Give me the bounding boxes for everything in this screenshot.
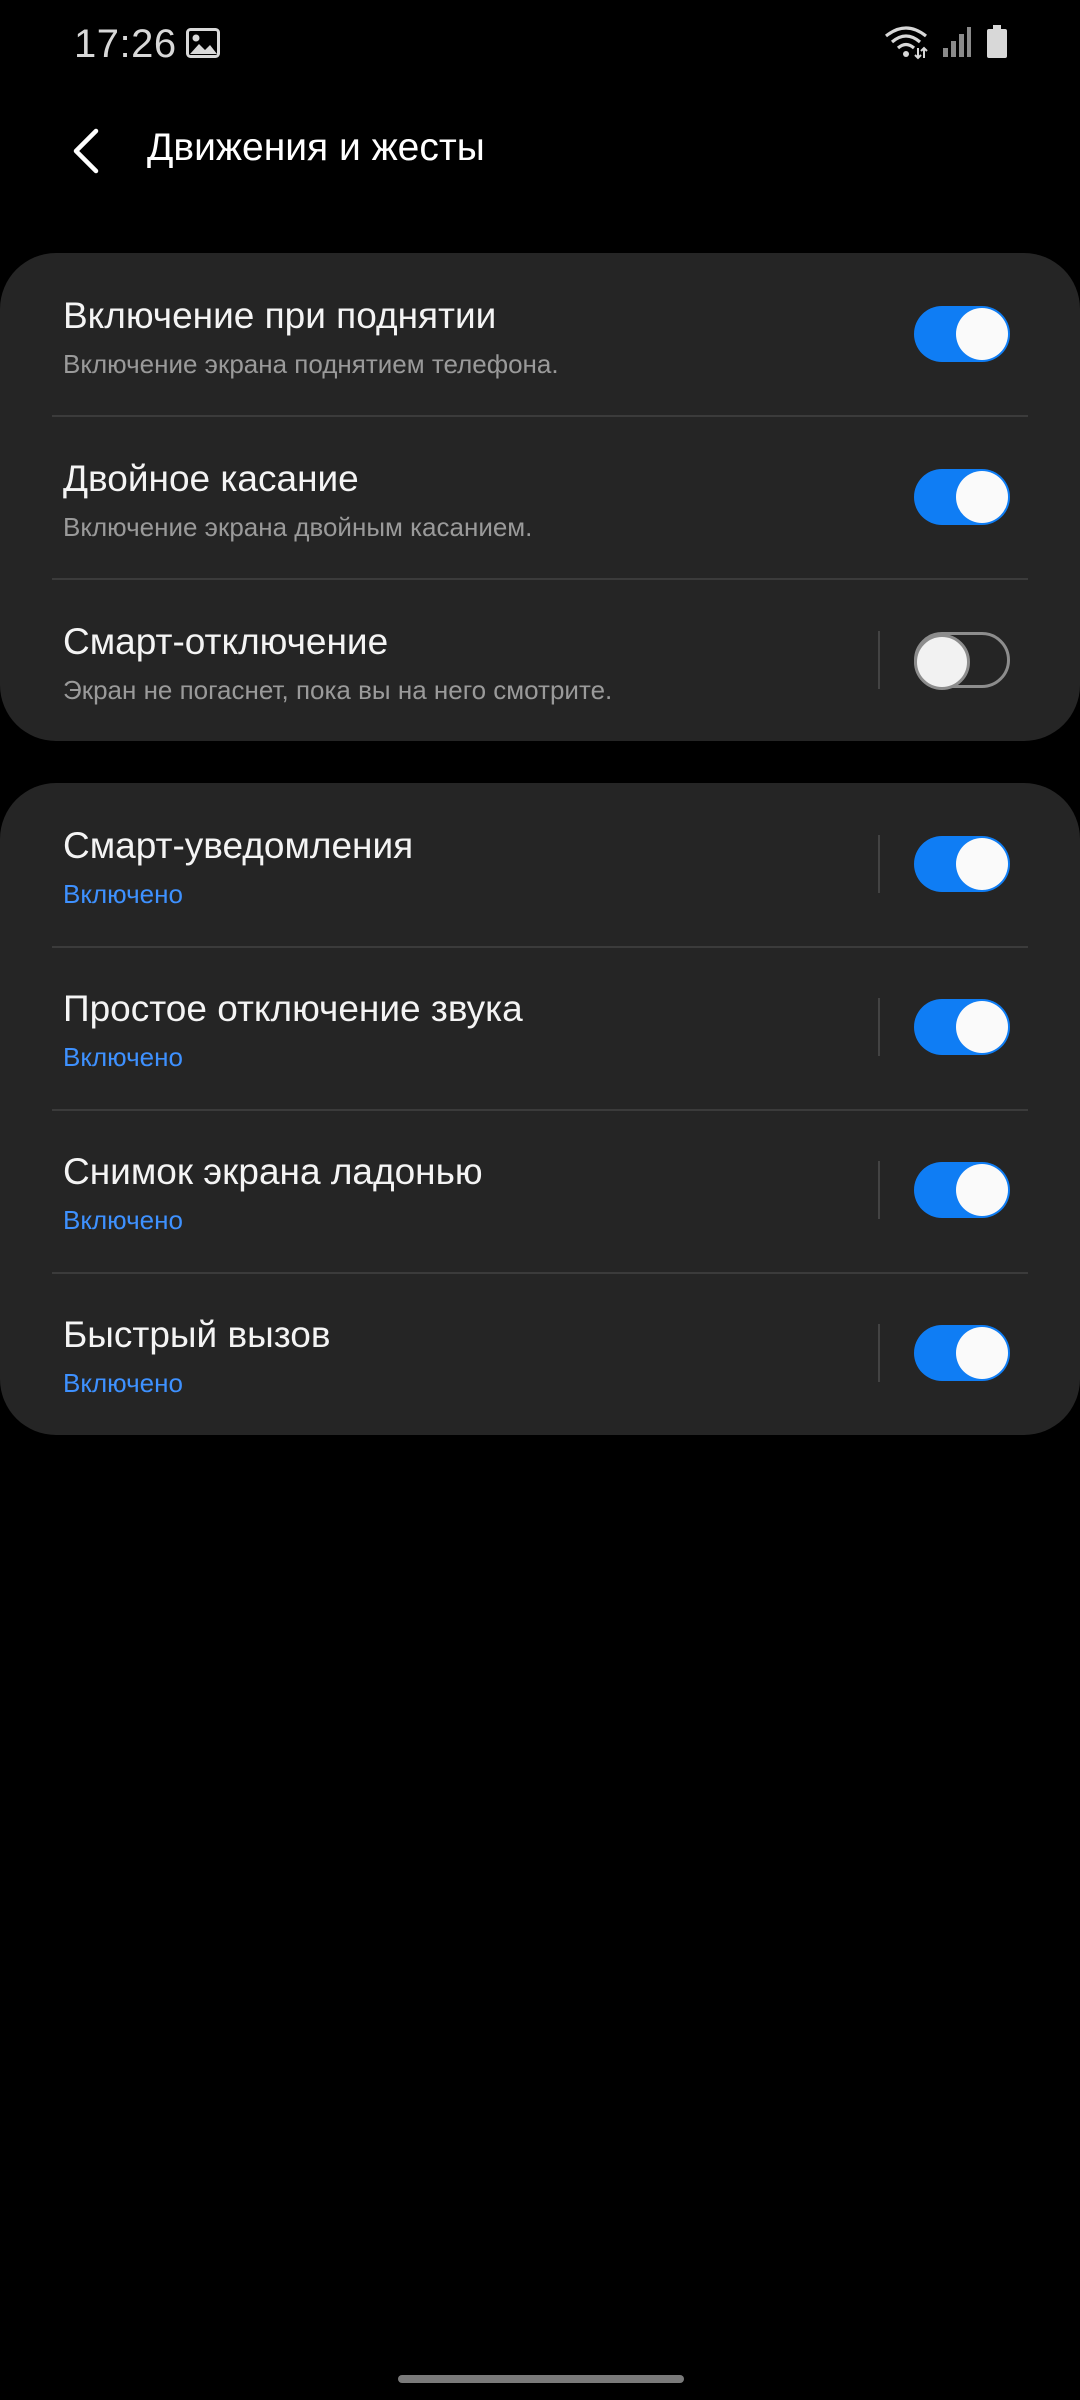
setting-description: Включение экрана двойным касанием. — [63, 512, 533, 542]
setting-status: Включено — [63, 1205, 183, 1235]
direct-call-toggle[interactable] — [914, 1325, 1010, 1381]
setting-title: Включение при поднятии — [63, 295, 497, 336]
setting-title: Простое отключение звука — [63, 988, 523, 1029]
vertical-separator — [878, 998, 880, 1056]
setting-title: Двойное касание — [63, 458, 359, 499]
setting-easy-mute[interactable]: Простое отключение звука Включено — [0, 946, 1080, 1109]
easy-mute-toggle[interactable] — [914, 999, 1010, 1055]
setting-status: Включено — [63, 1368, 183, 1398]
vertical-separator — [878, 835, 880, 893]
toggle-knob — [956, 838, 1008, 890]
status-icons — [884, 24, 1008, 65]
gesture-navigation-handle[interactable] — [398, 2375, 684, 2383]
setting-title: Быстрый вызов — [63, 1314, 331, 1355]
page-title: Движения и жесты — [147, 126, 485, 169]
setting-description: Экран не погаснет, пока вы на него смотр… — [63, 675, 613, 705]
back-button[interactable] — [50, 116, 120, 186]
setting-palm-swipe-capture[interactable]: Снимок экрана ладонью Включено — [0, 1109, 1080, 1272]
signal-icon — [942, 26, 972, 63]
vertical-separator — [878, 631, 880, 689]
toggle-knob — [956, 1164, 1008, 1216]
app-bar: Движения и жесты — [0, 110, 1080, 190]
toggle-knob — [914, 634, 970, 690]
setting-double-tap[interactable]: Двойное касание Включение экрана двойным… — [0, 416, 1080, 579]
smart-alert-toggle[interactable] — [914, 836, 1010, 892]
toggle-knob — [956, 471, 1008, 523]
status-time: 17:26 — [74, 22, 177, 66]
setting-title: Снимок экрана ладонью — [63, 1151, 483, 1192]
setting-title: Смарт-отключение — [63, 621, 389, 662]
lift-to-wake-toggle[interactable] — [914, 306, 1010, 362]
smart-stay-toggle[interactable] — [914, 632, 1010, 690]
status-bar: 17:26 — [0, 0, 1080, 92]
setting-status: Включено — [63, 1042, 183, 1072]
setting-lift-to-wake[interactable]: Включение при поднятии Включение экрана … — [0, 253, 1080, 416]
setting-title: Смарт-уведомления — [63, 825, 414, 866]
setting-description: Включение экрана поднятием телефона. — [63, 349, 559, 379]
setting-smart-alert[interactable]: Смарт-уведомления Включено — [0, 783, 1080, 946]
vertical-separator — [878, 1324, 880, 1382]
settings-group-gestures: Смарт-уведомления Включено Простое отклю… — [0, 783, 1080, 1435]
toggle-knob — [956, 308, 1008, 360]
settings-group-screen: Включение при поднятии Включение экрана … — [0, 253, 1080, 741]
chevron-left-icon — [73, 128, 99, 174]
battery-icon — [986, 25, 1008, 64]
palm-swipe-capture-toggle[interactable] — [914, 1162, 1010, 1218]
vertical-separator — [878, 1161, 880, 1219]
setting-smart-stay[interactable]: Смарт-отключение Экран не погаснет, пока… — [0, 579, 1080, 742]
gallery-icon — [186, 28, 220, 63]
toggle-knob — [956, 1327, 1008, 1379]
toggle-knob — [956, 1001, 1008, 1053]
setting-status: Включено — [63, 879, 183, 909]
setting-direct-call[interactable]: Быстрый вызов Включено — [0, 1272, 1080, 1435]
double-tap-toggle[interactable] — [914, 469, 1010, 525]
wifi-icon — [884, 24, 928, 65]
